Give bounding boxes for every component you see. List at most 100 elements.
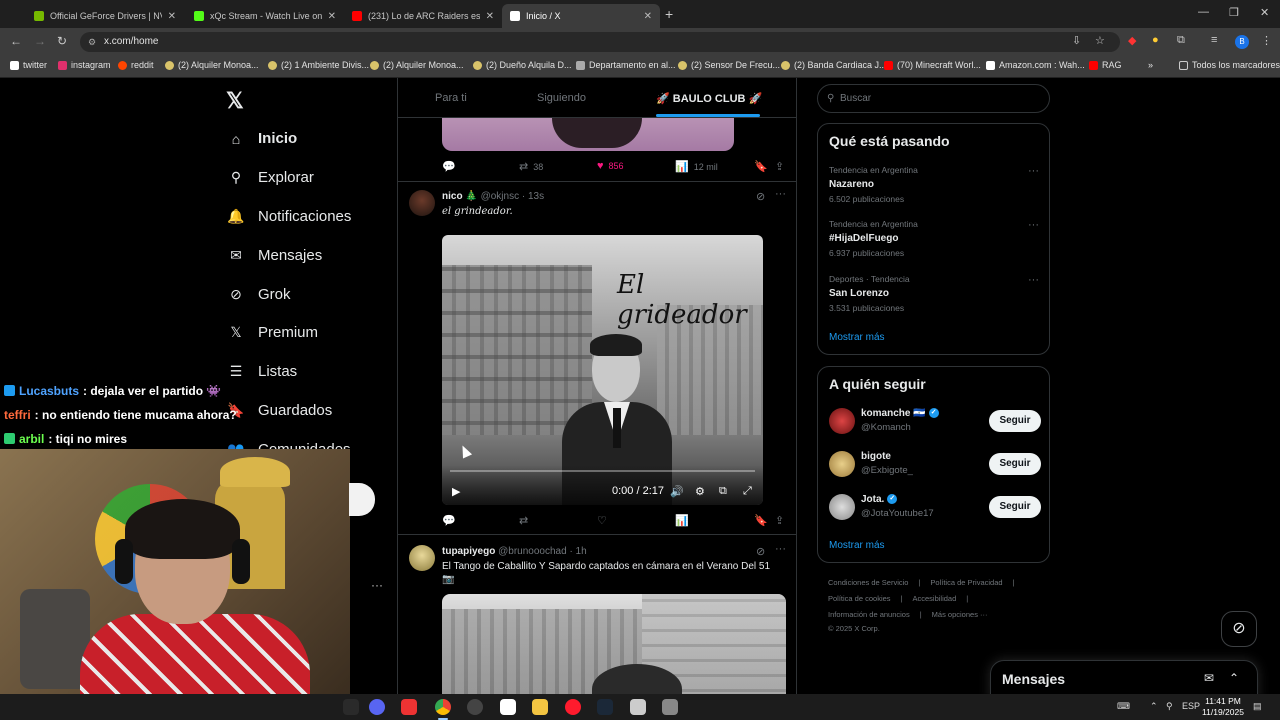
repost-button[interactable]: ⇄ 38	[519, 160, 543, 173]
site-info-icon[interactable]: ⚙	[88, 32, 96, 52]
avatar[interactable]	[829, 451, 855, 477]
more-options-icon[interactable]: ···	[371, 578, 383, 592]
extension-icon[interactable]: ◆	[1128, 34, 1136, 47]
follow-button[interactable]: Seguir	[989, 496, 1041, 518]
nav-item-premium[interactable]: 𝕏 Premium	[228, 324, 318, 341]
post-time[interactable]: · 1h	[569, 546, 586, 557]
forward-icon[interactable]: →	[34, 34, 46, 48]
tab-baulo-club[interactable]: 🚀 BAULO CLUB 🚀	[656, 92, 762, 105]
show-more-link[interactable]: Mostrar más	[829, 540, 885, 551]
steam-icon[interactable]	[597, 699, 613, 715]
puzzle-icon[interactable]: ⧉	[1177, 34, 1185, 47]
bookmark-item[interactable]: (2) Alquiler Monoa...	[370, 60, 464, 70]
new-message-icon[interactable]: ✉	[1204, 671, 1214, 685]
trend-item[interactable]: Tendencia en Argentina Nazareno 6.502 pu…	[829, 165, 1039, 204]
reply-button[interactable]: 💬	[442, 160, 461, 173]
bookmark-item[interactable]: (2) Alquiler Monoa...	[165, 60, 259, 70]
tab-for-you[interactable]: Para ti	[435, 92, 467, 104]
bookmark-item[interactable]: Departamento en al...	[576, 60, 676, 70]
messages-drawer[interactable]: Mensajes ✉ ⌃	[990, 660, 1258, 694]
bookmark-item[interactable]: (2) Dueño Alquila D...	[473, 60, 572, 70]
follow-suggestion[interactable]: bigote @Exbigote_ Seguir	[829, 451, 1041, 481]
author-handle[interactable]: @brunooochad	[498, 546, 567, 557]
author-handle[interactable]: @okjnsc	[481, 191, 520, 202]
bookmark-item[interactable]: instagram	[58, 60, 111, 70]
close-window-button[interactable]: ✕	[1260, 6, 1269, 19]
app-icon[interactable]	[343, 699, 359, 715]
fullscreen-icon[interactable]: ⤢	[743, 485, 752, 498]
show-more-link[interactable]: Mostrar más	[829, 332, 885, 343]
grok-icon[interactable]: ⊘	[756, 545, 765, 558]
reload-icon[interactable]: ↻	[57, 34, 67, 48]
nav-item-home[interactable]: ⌂ Inicio	[228, 130, 297, 147]
keyboard-icon[interactable]: ⌨	[1117, 701, 1130, 712]
nav-item-lists[interactable]: ☰ Listas	[228, 363, 297, 380]
trend-item[interactable]: Deportes · Tendencia San Lorenzo 3.531 p…	[829, 274, 1039, 313]
chrome-icon[interactable]	[435, 699, 451, 715]
nav-item-bookmarks[interactable]: 🔖 Guardados	[227, 402, 332, 419]
settings-icon[interactable]: ⚙	[695, 485, 705, 498]
bookmark-item[interactable]: Amazon.com : Wah...	[986, 60, 1085, 70]
app-icon[interactable]	[401, 699, 417, 715]
tab-following[interactable]: Siguiendo	[537, 92, 586, 104]
more-options-icon[interactable]: ···	[1028, 165, 1039, 177]
restore-button[interactable]: ❐	[1229, 6, 1239, 19]
expand-icon[interactable]: ⌃	[1229, 671, 1239, 685]
browser-tab-x[interactable]: Inicio / X ✕	[502, 4, 660, 28]
install-icon[interactable]: ⇩	[1072, 34, 1081, 47]
nav-item-grok[interactable]: ⊘ Grok	[228, 286, 290, 303]
bookmark-item[interactable]: reddit	[118, 60, 154, 70]
video-player[interactable]: El grideador ▶ 0:00 / 2:17 🔊 ⚙ ⧉ ⤢	[442, 235, 763, 505]
chevron-up-icon[interactable]: ⌃	[1150, 701, 1158, 712]
language-indicator[interactable]: ESP	[1182, 701, 1200, 711]
close-icon[interactable]: ✕	[486, 11, 494, 22]
browser-tab-kick[interactable]: xQc Stream - Watch Live on Kick ✕	[186, 4, 344, 28]
more-options-icon[interactable]: ···	[775, 188, 786, 200]
post-media-image[interactable]	[442, 594, 786, 694]
back-icon[interactable]: ←	[10, 34, 22, 48]
nav-item-notifications[interactable]: 🔔 Notificaciones	[227, 208, 351, 225]
app-icon[interactable]	[662, 699, 678, 715]
post-media-image[interactable]	[442, 118, 734, 151]
bookmarks-overflow-button[interactable]: »	[1148, 60, 1153, 70]
bookmark-item[interactable]: (2) Banda Cardiaca J...	[781, 60, 887, 70]
footer-link[interactable]: Información de anuncios	[828, 610, 910, 619]
video-progress-bar[interactable]	[450, 470, 755, 472]
bookmark-item[interactable]: RAG	[1089, 60, 1122, 70]
more-options-icon[interactable]: ···	[1028, 219, 1039, 231]
avatar[interactable]	[409, 190, 435, 216]
volume-icon[interactable]: 🔊	[670, 485, 684, 498]
close-icon[interactable]: ✕	[644, 11, 652, 22]
network-icon[interactable]: ⚲	[1166, 701, 1173, 712]
app-icon[interactable]	[500, 699, 516, 715]
follow-button[interactable]: Seguir	[989, 410, 1041, 432]
author-name[interactable]: nico 🎄	[442, 191, 478, 202]
x-logo-icon[interactable]: 𝕏	[226, 88, 244, 114]
share-button[interactable]: ⇪	[775, 160, 789, 173]
close-icon[interactable]: ✕	[328, 11, 336, 22]
like-button[interactable]: ♡	[597, 514, 612, 527]
views-button[interactable]: 📊	[675, 514, 694, 527]
nav-item-messages[interactable]: ✉ Mensajes	[228, 247, 322, 264]
reply-button[interactable]: 💬	[442, 514, 461, 527]
play-icon[interactable]: ▶	[452, 485, 460, 498]
chevron-down-icon[interactable]: ⌄	[750, 92, 759, 105]
extension-icon[interactable]: ●	[1152, 34, 1159, 46]
footer-link[interactable]: Política de Privacidad	[930, 578, 1002, 587]
new-tab-button[interactable]: +	[665, 6, 673, 22]
avatar[interactable]	[829, 408, 855, 434]
share-button[interactable]: ⇪	[775, 514, 789, 527]
bookmark-item[interactable]: (2) Sensor De Frecu...	[678, 60, 780, 70]
opera-icon[interactable]	[565, 699, 581, 715]
address-bar[interactable]: ⚙ x.com/home	[80, 32, 1120, 52]
follow-button[interactable]: Seguir	[989, 453, 1041, 475]
star-icon[interactable]: ☆	[1095, 34, 1105, 47]
bookmark-item[interactable]: (70) Minecraft Worl...	[884, 60, 981, 70]
more-options-icon[interactable]: ···	[1028, 274, 1039, 286]
avatar[interactable]	[829, 494, 855, 520]
menu-icon[interactable]: ⋮	[1261, 34, 1272, 47]
discord-icon[interactable]	[369, 699, 385, 715]
bookmark-button[interactable]: 🔖	[754, 160, 773, 173]
avatar[interactable]	[409, 545, 435, 571]
notification-icon[interactable]: ▤	[1253, 701, 1262, 712]
